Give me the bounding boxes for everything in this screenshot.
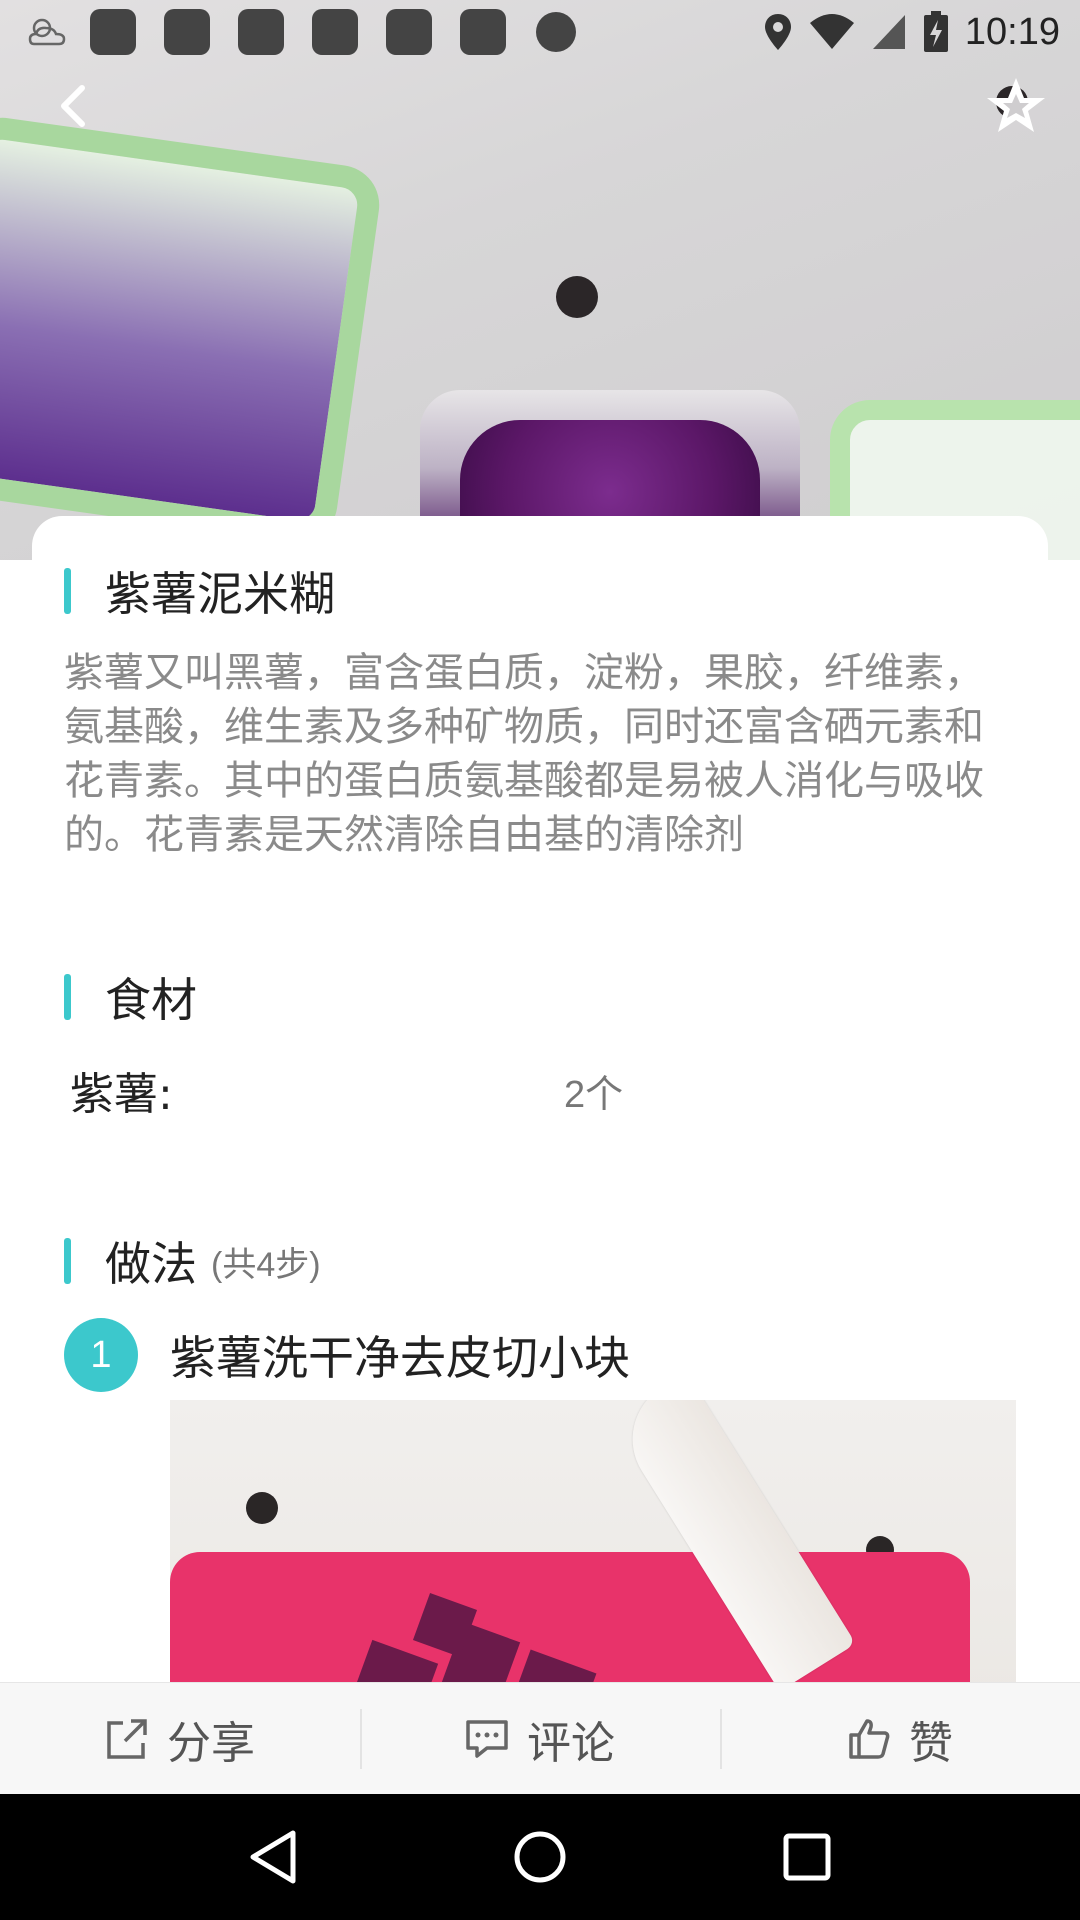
hero-food-container: [0, 112, 385, 548]
step-image[interactable]: [170, 1400, 1016, 1682]
step-text: 紫薯洗干净去皮切小块: [170, 1331, 630, 1385]
ingredients-section: 食材: [64, 964, 197, 1030]
signal-icon: [872, 15, 905, 49]
notification-icon: [536, 12, 576, 52]
chevron-left-icon: [61, 85, 85, 127]
status-time: 10:19: [964, 10, 1060, 53]
nav-recents-button[interactable]: [762, 1812, 852, 1902]
notification-icon: [238, 9, 284, 55]
comment-button[interactable]: 评论: [360, 1683, 720, 1794]
triangle-back-icon: [250, 1830, 296, 1884]
recipe-description: 紫薯又叫黑薯，富含蛋白质，淀粉，果胶，纤维素，氨基酸，维生素及多种矿物质，同时还…: [64, 650, 984, 858]
battery-charging-icon: [923, 11, 948, 52]
status-bar: 10:19: [0, 0, 1080, 64]
circle-home-icon: [514, 1831, 566, 1883]
ingredient-row: 紫薯: 2个: [70, 1060, 970, 1120]
nav-back-button[interactable]: [228, 1812, 318, 1902]
comment-label: 评论: [527, 1717, 615, 1769]
notification-icon: [164, 9, 210, 55]
share-button[interactable]: 分享: [0, 1683, 360, 1794]
hero-dot: [556, 276, 598, 318]
recipe-content: 紫薯泥米糊 紫薯又叫黑薯，富含蛋白质，淀粉，果胶，纤维素，氨基酸，维生素及多种矿…: [0, 560, 1080, 1682]
notification-icon: [460, 9, 506, 55]
nav-home-button[interactable]: [495, 1812, 585, 1902]
section-accent-bar: [64, 1238, 71, 1284]
recipe-title: 紫薯泥米糊: [105, 567, 335, 621]
method-heading: 做法: [105, 1237, 197, 1291]
thumbs-up-icon: [849, 1718, 890, 1759]
recipe-hero-image: [0, 0, 1080, 580]
like-button[interactable]: 赞: [720, 1683, 1080, 1794]
comment-icon: [466, 1719, 508, 1758]
favorite-button[interactable]: [976, 66, 1056, 146]
weather-cloudy-icon: [28, 18, 66, 46]
section-accent-bar: [64, 568, 71, 614]
action-bar: 分享 评论 赞: [0, 1682, 1080, 1794]
location-icon: [764, 14, 791, 50]
like-label: 赞: [909, 1717, 953, 1769]
ingredients-heading: 食材: [105, 973, 197, 1027]
wifi-icon: [809, 14, 854, 49]
ingredient-name: 紫薯:: [70, 1069, 173, 1120]
square-recents-icon: [783, 1833, 831, 1881]
notification-icon: [386, 9, 432, 55]
method-step-count: (共4步): [211, 1245, 321, 1284]
cutting-board: [170, 1552, 970, 1682]
notification-icon: [312, 9, 358, 55]
section-accent-bar: [64, 974, 71, 1020]
notification-icon: [90, 9, 136, 55]
star-icon: [987, 78, 1045, 132]
share-icon: [107, 1718, 147, 1759]
navigation-bar: [0, 1794, 1080, 1920]
recipe-title-section: 紫薯泥米糊: [64, 560, 335, 624]
back-button[interactable]: [34, 66, 114, 146]
step-number-badge: 1: [64, 1318, 138, 1392]
ingredient-quantity: 2个: [564, 1073, 624, 1116]
share-label: 分享: [167, 1717, 255, 1769]
method-section: 做法 (共4步): [64, 1228, 321, 1294]
